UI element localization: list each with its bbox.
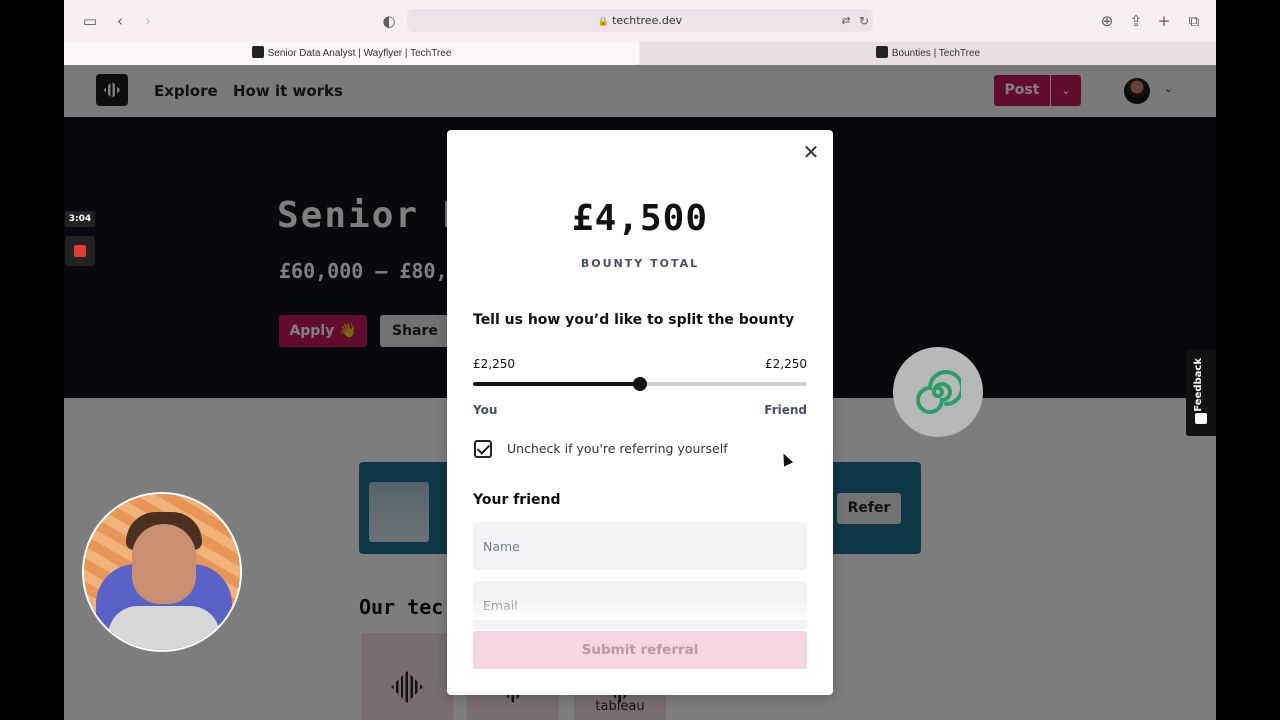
privacy-shield-icon[interactable]: ◐ [379, 11, 399, 31]
url-text: techtree.dev [612, 14, 683, 27]
submit-referral-button[interactable]: Submit referral [473, 631, 807, 669]
forward-icon[interactable]: › [138, 11, 158, 31]
tab-overview-icon[interactable]: ⧉ [1184, 11, 1204, 31]
stop-icon [74, 245, 86, 257]
browser-toolbar: ▭ ‹ › ◐ 🔒 techtree.dev ⇄ ↻ ⊕ ⇪ + ⧉ [64, 0, 1216, 42]
url-bar[interactable]: 🔒 techtree.dev [407, 9, 873, 32]
tab-label: Senior Data Analyst | Wayflyer | TechTre… [267, 48, 452, 59]
tab-bounties[interactable]: Bounties | TechTree [640, 42, 1216, 65]
self-referral-label[interactable]: Uncheck if you're referring yourself [507, 441, 728, 456]
you-amount: £2,250 [473, 357, 515, 371]
recording-timer: 3:04 [65, 211, 95, 227]
tab-bar: Senior Data Analyst | Wayflyer | TechTre… [64, 42, 1216, 65]
chat-widget-button[interactable] [893, 347, 983, 437]
split-slider[interactable] [473, 377, 807, 391]
screen: ▭ ‹ › ◐ 🔒 techtree.dev ⇄ ↻ ⊕ ⇪ + ⧉ Senior… [64, 0, 1216, 720]
new-tab-icon[interactable]: + [1154, 11, 1174, 31]
friend-amount: £2,250 [765, 357, 807, 371]
share-icon[interactable]: ⇪ [1126, 11, 1146, 31]
sidebar-toggle-icon[interactable]: ▭ [80, 11, 100, 31]
tab-senior-data-analyst[interactable]: Senior Data Analyst | Wayflyer | TechTre… [64, 42, 639, 65]
reload-icon[interactable]: ↻ [854, 11, 874, 31]
tab-label: Bounties | TechTree [891, 48, 981, 59]
your-friend-heading: Your friend [473, 492, 561, 508]
webcam-body [108, 606, 220, 650]
back-icon[interactable]: ‹ [110, 11, 130, 31]
feedback-tab[interactable]: Feedback [1186, 350, 1216, 436]
stop-recording-button[interactable] [65, 236, 95, 266]
feedback-icon [1195, 413, 1207, 424]
bounty-total-label: BOUNTY TOTAL [580, 257, 700, 270]
webcam-face [132, 524, 196, 604]
techtree-favicon-icon [251, 46, 264, 58]
translate-icon[interactable]: ⇄ [836, 11, 856, 31]
spiral-icon [916, 370, 961, 414]
webcam-bubble[interactable] [82, 492, 242, 652]
close-icon[interactable]: ✕ [801, 142, 821, 162]
bounty-amount: £4,500 [571, 198, 709, 239]
you-label: You [473, 403, 498, 417]
download-icon[interactable]: ⊕ [1097, 11, 1117, 31]
lock-icon: 🔒 [597, 17, 610, 27]
friend-label: Friend [764, 403, 807, 417]
feedback-label: Feedback [1193, 358, 1204, 412]
friend-name-input[interactable] [473, 522, 807, 570]
split-title: Tell us how you’d like to split the boun… [473, 312, 795, 328]
scroll-fade [447, 600, 833, 620]
slider-fill [473, 382, 640, 386]
slider-handle[interactable] [633, 377, 647, 391]
referral-modal: ✕ £4,500 BOUNTY TOTAL Tell us how you’d … [447, 130, 833, 695]
self-referral-checkbox[interactable] [474, 440, 492, 458]
techtree-favicon-icon [875, 46, 888, 58]
